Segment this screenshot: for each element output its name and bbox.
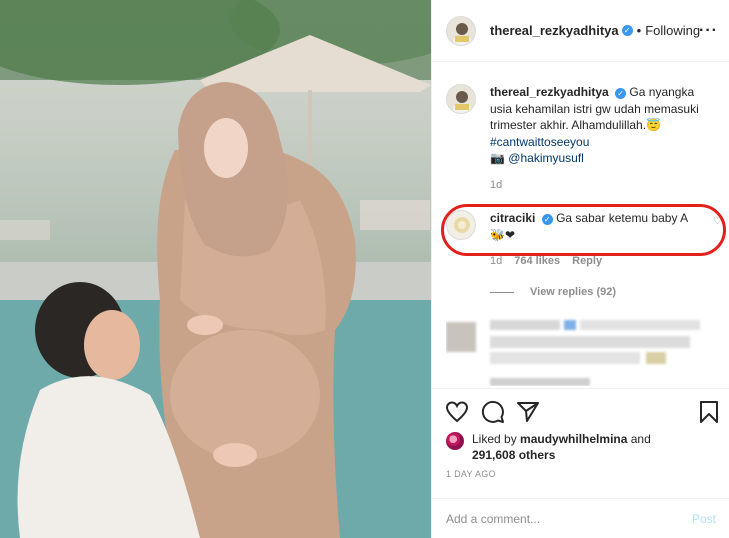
- author-avatar[interactable]: [446, 15, 476, 46]
- post-header: thereal_rezkyadhitya ✓ • Following ···: [432, 0, 729, 62]
- post-image-illustration: [0, 0, 431, 538]
- liker-avatar[interactable]: [446, 432, 464, 450]
- add-comment-bar: Add a comment... Post: [432, 498, 729, 538]
- reply-button[interactable]: Reply: [572, 255, 602, 267]
- comment-meta: 1d 764 likes Reply: [490, 255, 602, 267]
- hashtag-link[interactable]: #cantwaittoseeyou: [490, 135, 589, 149]
- caption-avatar[interactable]: [446, 84, 476, 114]
- caption-time[interactable]: 1d: [490, 179, 502, 191]
- likes-and: and: [630, 432, 651, 446]
- caption-emoji: 😇: [646, 118, 662, 132]
- caption-username[interactable]: thereal_rezkyadhitya: [490, 85, 609, 99]
- heart-icon[interactable]: [445, 400, 469, 424]
- red-highlight-circle: [441, 204, 726, 256]
- caption-text: thereal_rezkyadhitya ✓ Ga nyangka usia k…: [490, 84, 710, 167]
- likes-others-count[interactable]: 291,608 others: [472, 448, 555, 462]
- share-icon[interactable]: [516, 400, 540, 424]
- comment-likes[interactable]: 764 likes: [514, 255, 560, 267]
- post-photo[interactable]: [0, 0, 431, 538]
- camera-emoji: 📷: [490, 151, 505, 165]
- comment-icon[interactable]: [481, 400, 505, 424]
- replies-divider: [490, 291, 514, 293]
- post-details-panel: thereal_rezkyadhitya ✓ • Following ··· t…: [431, 0, 729, 538]
- likes-text: Liked by maudywhilhelmina and 291,608 ot…: [472, 431, 651, 463]
- comment-time[interactable]: 1d: [490, 255, 502, 267]
- view-replies-label: View replies (92): [530, 286, 617, 298]
- more-options-icon[interactable]: ···: [699, 22, 718, 40]
- likes-summary: Liked by maudywhilhelmina and 291,608 ot…: [446, 431, 651, 463]
- bookmark-icon[interactable]: [697, 400, 721, 424]
- mention-link[interactable]: @hakimyusufl: [508, 151, 584, 165]
- comment-input[interactable]: Add a comment...: [446, 512, 540, 526]
- liked-by-prefix: Liked by: [472, 432, 517, 446]
- post-comment-button[interactable]: Post: [692, 512, 716, 526]
- caption-verified-icon: ✓: [615, 88, 627, 99]
- post-timestamp[interactable]: 1 DAY AGO: [446, 469, 496, 479]
- verified-badge-icon: ✓: [621, 25, 633, 36]
- view-replies-button[interactable]: View replies (92): [490, 286, 616, 298]
- blurred-comments: [446, 318, 722, 386]
- liker-username[interactable]: maudywhilhelmina: [520, 432, 627, 446]
- following-button[interactable]: Following: [645, 23, 700, 38]
- post-actions: Liked by maudywhilhelmina and 291,608 ot…: [432, 388, 729, 498]
- author-username[interactable]: thereal_rezkyadhitya: [490, 23, 619, 38]
- separator-dot: •: [636, 23, 642, 38]
